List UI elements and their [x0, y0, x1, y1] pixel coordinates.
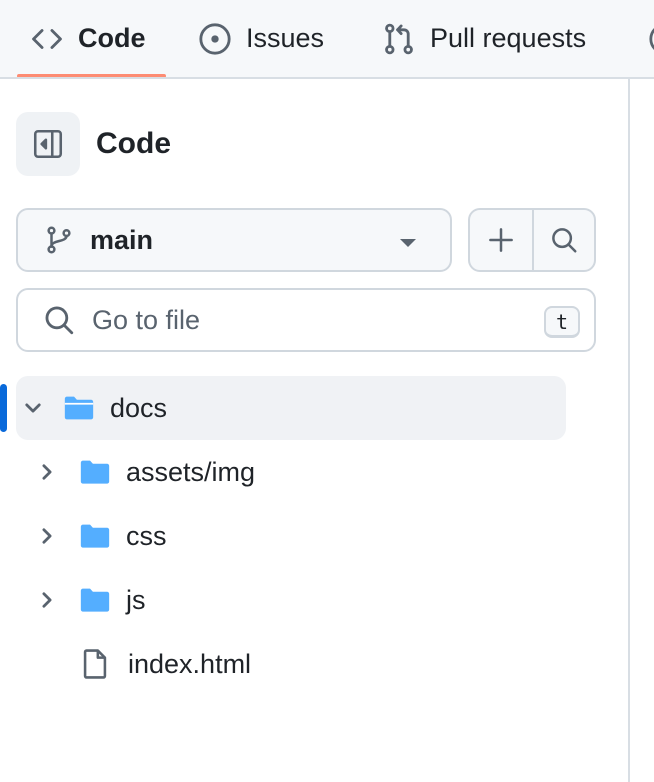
folder-open-icon — [62, 391, 96, 425]
pane-divider[interactable] — [628, 79, 630, 782]
tab-code-label: Code — [78, 23, 146, 53]
go-to-file-input[interactable] — [92, 304, 512, 336]
tree-item-index-html[interactable]: index.html — [78, 632, 251, 696]
folder-icon — [78, 455, 112, 489]
folder-icon — [78, 519, 112, 553]
plus-icon — [486, 225, 516, 255]
current-item-indicator — [0, 384, 7, 432]
add-file-button[interactable] — [470, 210, 532, 270]
chevron-right-icon[interactable] — [32, 585, 62, 615]
tab-issues-label: Issues — [246, 23, 325, 53]
tree-item-docs[interactable]: docs — [16, 376, 566, 440]
tree-item-css[interactable]: css — [32, 504, 167, 568]
sidebar-collapse-button[interactable] — [16, 112, 80, 176]
file-icon — [78, 647, 112, 681]
chevron-right-icon[interactable] — [32, 521, 62, 551]
tab-pull-requests[interactable]: Pull requests — [382, 0, 586, 77]
git-pull-request-icon — [382, 22, 416, 56]
tab-pull-requests-label: Pull requests — [430, 23, 587, 53]
tree-item-label: docs — [110, 392, 168, 423]
folder-icon — [78, 583, 112, 617]
repo-nav: Code Issues Pull requests — [0, 0, 654, 79]
search-icon — [549, 225, 579, 255]
chevron-down-icon — [400, 239, 416, 247]
search-icon — [42, 303, 76, 337]
chevron-down-icon[interactable] — [18, 393, 48, 423]
tree-item-label: assets/img — [126, 456, 256, 487]
search-code-button[interactable] — [531, 210, 594, 270]
tree-item-label: css — [126, 520, 167, 551]
issue-opened-icon — [198, 22, 232, 56]
keyboard-shortcut-hint: t — [544, 306, 580, 338]
tab-overflow[interactable] — [648, 0, 654, 77]
circle-icon — [648, 22, 654, 56]
chevron-right-icon[interactable] — [32, 457, 62, 487]
branch-select-button[interactable]: main — [16, 208, 452, 272]
tab-issues[interactable]: Issues — [198, 0, 324, 77]
code-icon — [30, 22, 64, 56]
sidebar-collapse-icon — [31, 127, 65, 161]
go-to-file-field[interactable]: t — [16, 288, 596, 352]
tree-item-label: js — [126, 584, 146, 615]
tree-action-buttons — [468, 208, 596, 272]
selected-tab-underline — [17, 74, 166, 77]
branch-name: main — [90, 224, 154, 255]
tree-item-assets-img[interactable]: assets/img — [32, 440, 255, 504]
git-branch-icon — [44, 225, 74, 255]
repo-code-view: Code Issues Pull requests Code main Go t… — [0, 0, 654, 782]
tree-item-label: index.html — [128, 648, 252, 679]
tab-code[interactable]: Code — [30, 0, 146, 77]
panel-title: Code — [96, 127, 171, 160]
tree-item-js[interactable]: js — [32, 568, 146, 632]
